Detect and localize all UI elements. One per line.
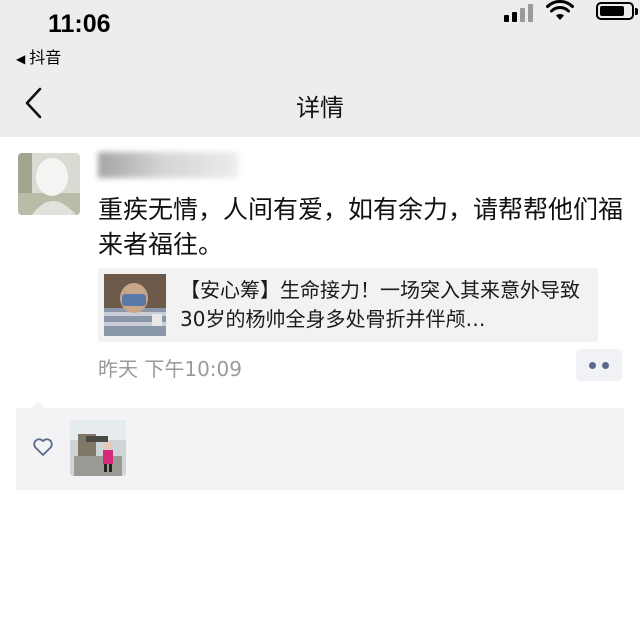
heart-outline-icon [33,438,53,456]
link-card-title: 【安心筹】生命接力！一场突入其来意外导致30岁的杨帅全身多处骨折并伴颅… [180,278,580,331]
battery-icon [596,2,638,20]
status-time: 11:06 [48,10,111,38]
liker-avatar[interactable] [70,420,126,476]
back-triangle-icon: ◀ [16,52,26,66]
link-thumbnail [104,274,166,336]
wifi-icon [546,0,574,20]
back-to-app-link[interactable]: ◀ 抖音 [16,44,61,68]
post-text: 重疾无情，人间有爱，如有余力，请帮帮他们福来者福往。 [98,195,624,259]
signal-icon [504,4,536,22]
shared-link-card[interactable]: 【安心筹】生命接力！一场突入其来意外导致30岁的杨帅全身多处骨折并伴颅… [98,268,598,342]
author-avatar[interactable] [18,153,80,215]
post-timestamp: 昨天 下午10:09 [98,357,242,381]
more-dots-icon[interactable] [576,349,622,381]
back-app-label: 抖音 [29,48,62,67]
author-name-blurred[interactable] [98,152,238,178]
page-title: 详情 [296,94,344,122]
header: 11:06 ◀ 抖音 详情 [0,0,640,137]
moments-detail-screen: 11:06 ◀ 抖音 详情 重疾无情，人间有爱，如有余力，请帮帮他们福来者福往。… [0,0,640,642]
avatar-photo [18,153,80,215]
